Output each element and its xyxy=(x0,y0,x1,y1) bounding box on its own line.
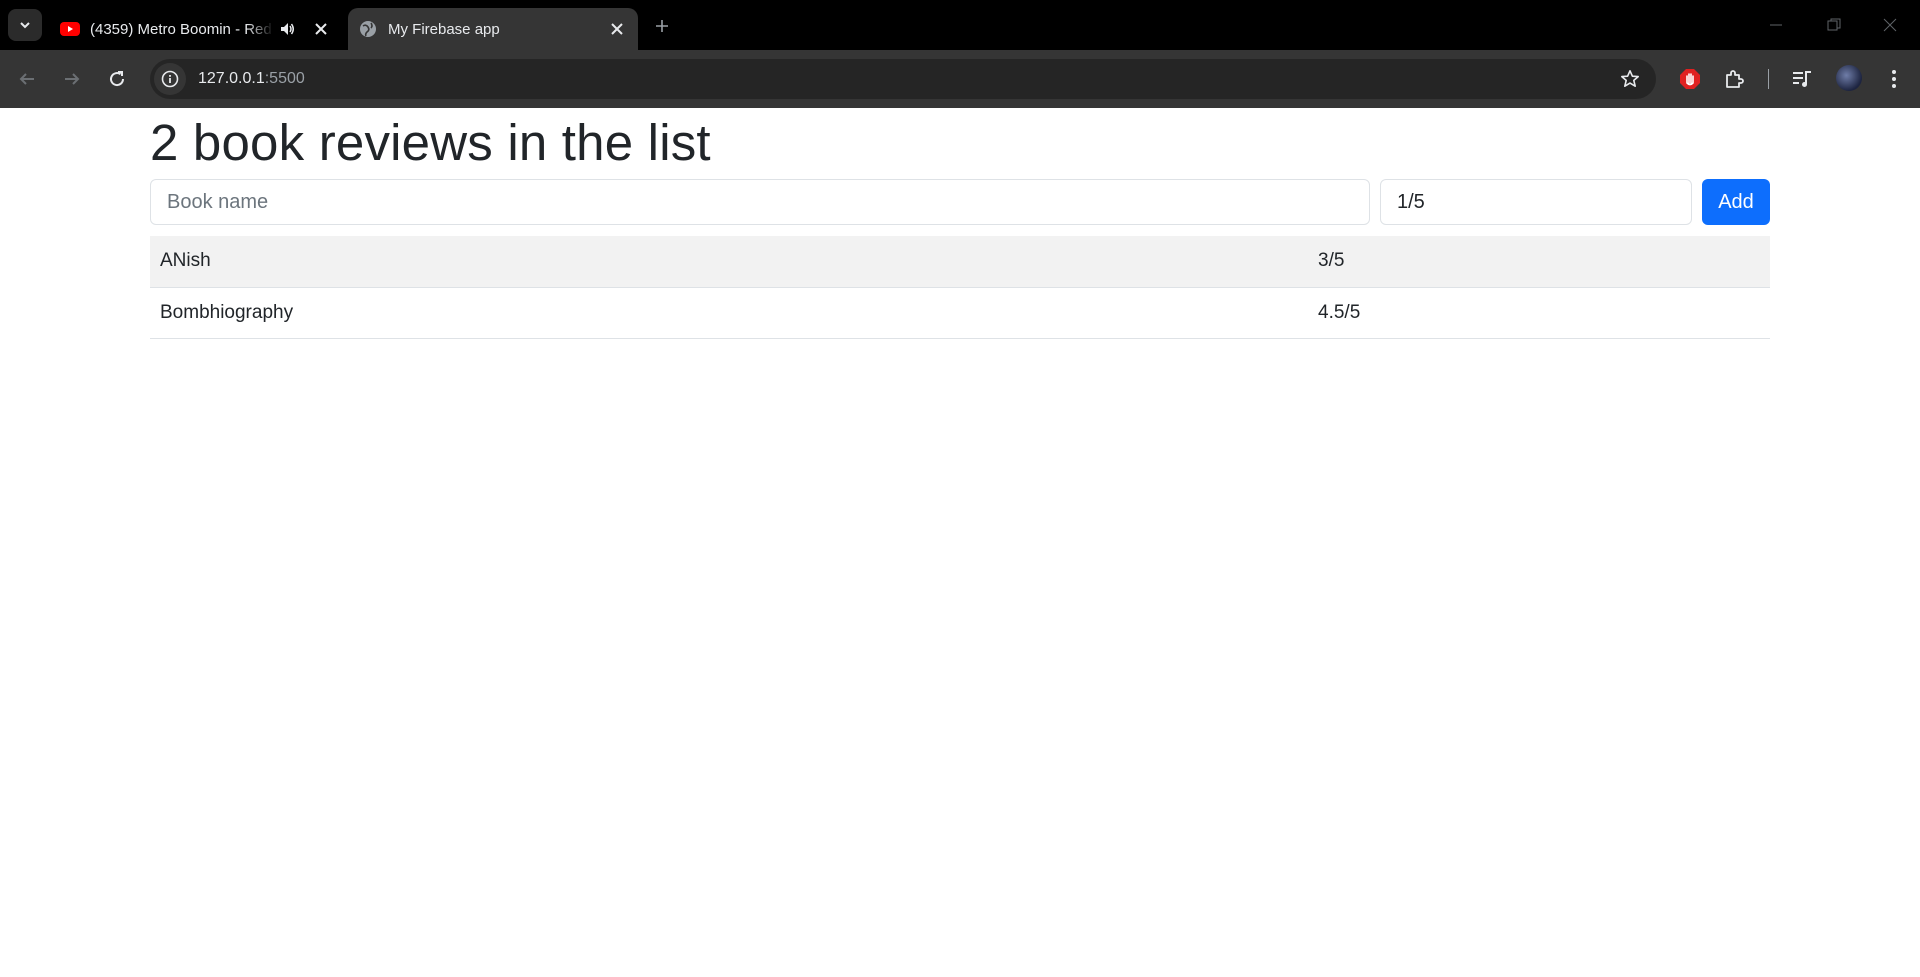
book-name-cell: Bombhiography xyxy=(150,287,1308,339)
new-tab-button[interactable] xyxy=(648,12,676,40)
tab-firebase[interactable]: My Firebase app xyxy=(348,8,638,50)
globe-icon xyxy=(358,19,378,39)
back-button[interactable] xyxy=(11,63,43,95)
table-row: ANish 3/5 xyxy=(150,236,1770,288)
rating-select[interactable]: 1/5 xyxy=(1380,179,1692,225)
tab-title: My Firebase app xyxy=(388,20,500,38)
toolbar-separator xyxy=(1768,69,1769,89)
book-name-input[interactable] xyxy=(150,179,1370,225)
arrow-left-icon xyxy=(19,73,34,85)
rating-cell: 4.5/5 xyxy=(1308,287,1770,339)
url-text: 127.0.0.1:5500 xyxy=(198,70,305,88)
minimize-icon xyxy=(1770,24,1782,26)
rating-cell: 3/5 xyxy=(1308,236,1770,288)
restore-icon xyxy=(1827,18,1841,31)
add-button[interactable]: Add xyxy=(1702,179,1770,225)
page-title: 2 book reviews in the list xyxy=(150,114,711,171)
tab-strip: (4359) Metro Boomin - Red My Firebase ap… xyxy=(0,0,1920,50)
tab-title: (4359) Metro Boomin - Red xyxy=(90,20,272,38)
menu-kebab-icon[interactable] xyxy=(1878,63,1910,95)
forward-button[interactable] xyxy=(56,63,88,95)
tab-search-button[interactable] xyxy=(8,9,42,41)
minimize-button[interactable] xyxy=(1748,0,1804,50)
close-tab-icon[interactable] xyxy=(604,16,630,42)
close-tab-icon[interactable] xyxy=(308,16,334,42)
reviews-table: ANish 3/5 Bombhiography 4.5/5 xyxy=(150,236,1770,339)
url-port: :5500 xyxy=(264,70,305,87)
speaker-icon[interactable] xyxy=(274,16,300,42)
adblock-extension-icon[interactable] xyxy=(1674,63,1706,95)
tab-youtube[interactable]: (4359) Metro Boomin - Red xyxy=(50,8,342,50)
bookmark-star-icon[interactable] xyxy=(1618,67,1642,91)
page-content: 2 book reviews in the list 1/5 Add ANish… xyxy=(0,108,1920,977)
plus-icon xyxy=(656,20,668,32)
profile-avatar[interactable] xyxy=(1836,65,1862,91)
reload-button[interactable] xyxy=(101,63,133,95)
close-icon xyxy=(1883,18,1897,32)
table-row: Bombhiography 4.5/5 xyxy=(150,287,1770,339)
reload-icon xyxy=(110,71,125,87)
restore-button[interactable] xyxy=(1806,0,1862,50)
rating-select-value: 1/5 xyxy=(1397,190,1425,213)
chevron-down-icon xyxy=(20,22,30,29)
youtube-icon xyxy=(60,19,80,39)
book-name-cell: ANish xyxy=(150,236,1308,288)
browser-toolbar: 127.0.0.1:5500 xyxy=(0,50,1920,108)
extensions-puzzle-icon[interactable] xyxy=(1719,63,1751,95)
address-bar[interactable]: 127.0.0.1:5500 xyxy=(150,59,1656,99)
media-control-icon[interactable] xyxy=(1786,63,1818,95)
close-window-button[interactable] xyxy=(1862,0,1918,50)
info-icon xyxy=(161,70,179,88)
url-host: 127.0.0.1 xyxy=(198,70,265,87)
site-info-button[interactable] xyxy=(154,63,186,95)
arrow-right-icon xyxy=(65,73,80,85)
